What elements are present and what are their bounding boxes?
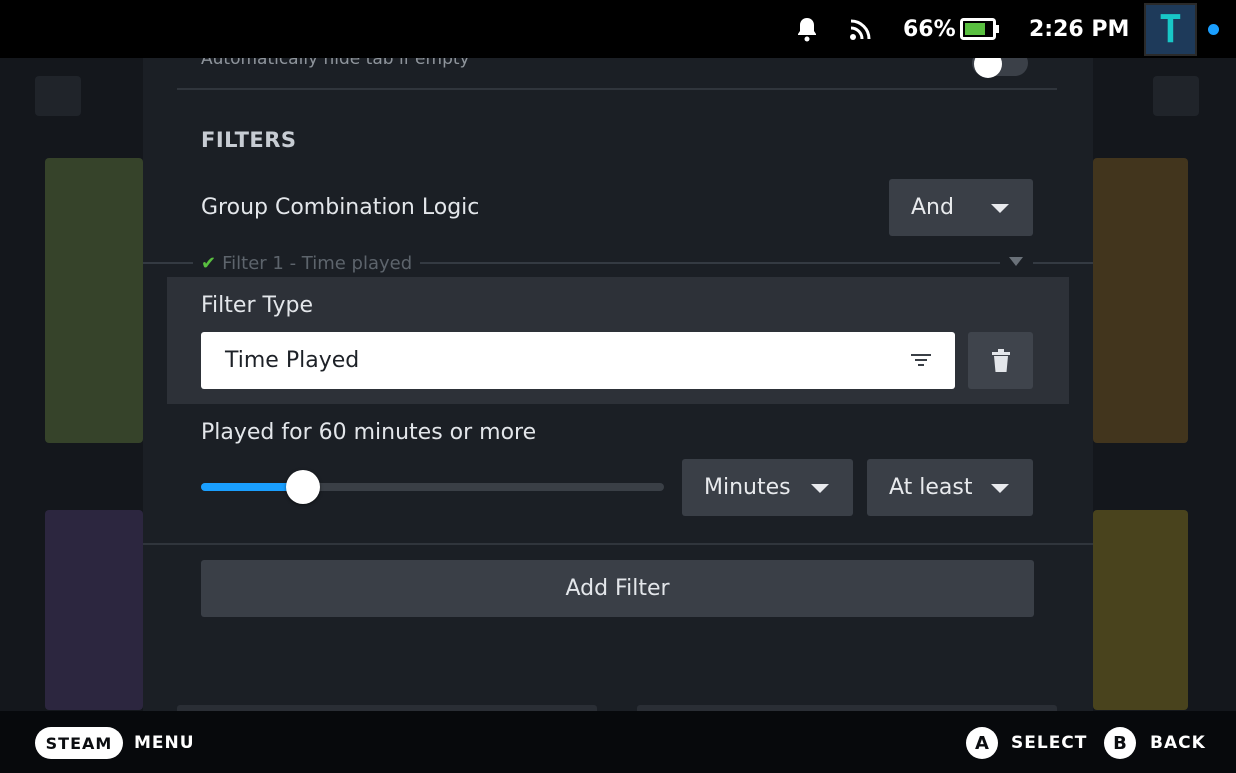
slider-thumb[interactable] [286,470,320,504]
bg-prev-tab-button [35,76,81,116]
menu-label: MENU [134,733,195,753]
avatar-letter: T [1144,2,1197,56]
bg-game-tile [1093,510,1188,710]
unit-value: Minutes [704,475,791,500]
steam-label: STEAM [45,733,113,753]
combination-logic-dropdown[interactable]: And [889,179,1033,236]
bell-icon [795,0,819,58]
battery-percent: 66% [903,16,956,42]
comparison-value: At least [889,475,973,500]
wifi-icon [849,0,873,58]
battery-icon [960,0,1000,58]
time-played-slider[interactable] [201,470,664,504]
trash-icon [991,348,1010,372]
filter-type-label: Filter Type [201,293,314,318]
bg-game-tile [1093,158,1188,443]
filter-description: Played for 60 minutes or more [201,420,537,445]
filter-type-select[interactable]: Time Played [201,332,955,389]
a-glyph: A [975,732,989,754]
combination-logic-value: And [911,195,954,220]
filters-heading: FILTERS [201,128,297,152]
check-icon: ✔ [201,253,217,274]
add-filter-button[interactable]: Add Filter [201,560,1034,617]
filter-type-value: Time Played [225,348,360,373]
add-filter-label: Add Filter [565,576,670,601]
filter-settings-panel: Automatically hide tab if empty FILTERS … [143,49,1093,717]
collapse-caret-icon[interactable] [1009,257,1023,266]
unit-dropdown[interactable]: Minutes [682,459,853,516]
back-label: BACK [1150,733,1206,753]
comparison-dropdown[interactable]: At least [867,459,1033,516]
bg-next-tab-button [1153,76,1199,116]
clock-time: 2:26 PM [1029,16,1130,42]
b-glyph: B [1113,732,1127,754]
a-button-icon[interactable]: A [966,727,998,759]
select-label: SELECT [1011,733,1088,753]
legend-line-right [420,262,1000,264]
combination-logic-label: Group Combination Logic [201,195,480,220]
filter-legend-text: Filter 1 - Time played [222,253,413,274]
b-button-icon[interactable]: B [1104,727,1136,759]
filter-list-icon [911,354,931,366]
online-status-dot [1208,24,1219,35]
legend-line-end [1033,262,1093,264]
footer-bar: STEAM MENU A SELECT B BACK [0,711,1236,773]
legend-line-left [143,262,193,264]
divider [143,543,1093,545]
chevron-down-icon [811,483,829,493]
delete-filter-button[interactable] [968,332,1033,389]
user-avatar[interactable]: T [1144,0,1197,58]
chevron-down-icon [991,483,1009,493]
divider [177,88,1057,90]
bg-game-tile [45,510,143,710]
chevron-down-icon [991,203,1009,213]
filter-legend[interactable]: ✔ Filter 1 - Time played [201,253,412,274]
status-bar: 66% 2:26 PM T [0,0,1236,58]
bg-game-tile [45,158,143,443]
steam-button[interactable]: STEAM [35,727,123,759]
filter-type-block: Filter Type Time Played [167,277,1069,404]
